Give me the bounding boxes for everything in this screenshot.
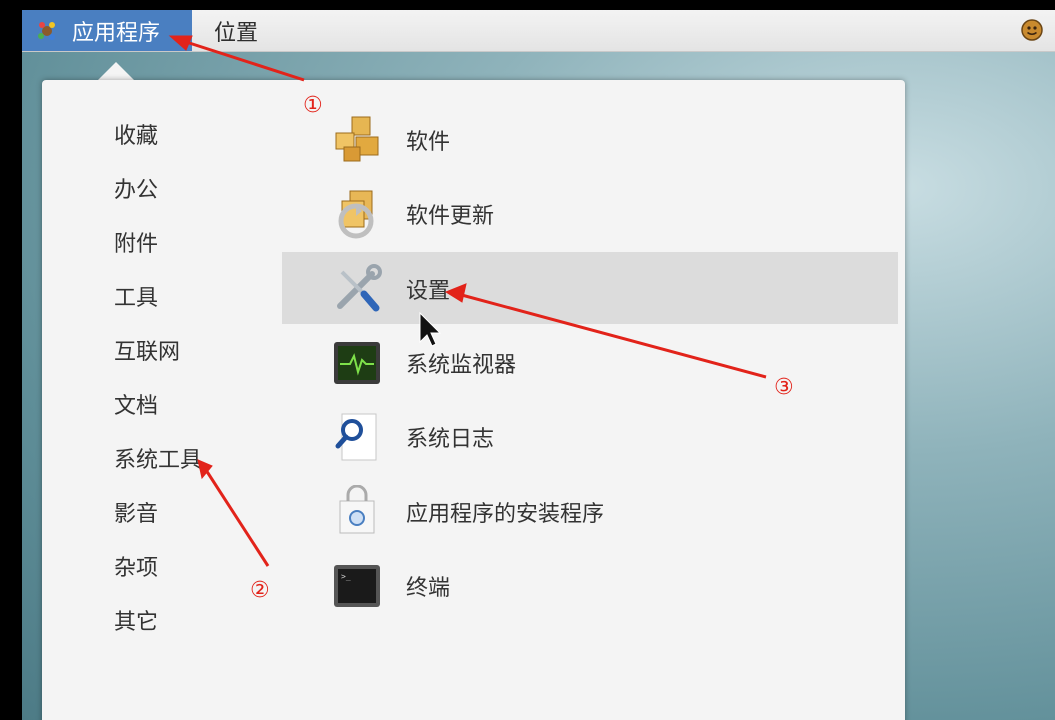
menu-pointer-arrow — [98, 62, 134, 80]
top-panel: 应用程序 位置 — [22, 10, 1055, 52]
category-documents[interactable]: 文档 — [114, 388, 158, 420]
app-item-software[interactable]: 软件 — [282, 103, 898, 175]
places-menu-label: 位置 — [214, 20, 259, 46]
gnome-foot-icon — [38, 21, 55, 40]
settings-tools-icon — [337, 264, 382, 312]
applications-menu-button[interactable]: 应用程序 — [22, 10, 192, 51]
category-system-tools[interactable]: 系统工具 — [114, 442, 202, 474]
system-monitor-icon — [334, 342, 380, 384]
app-item-system-log[interactable]: 系统日志 — [282, 400, 898, 472]
applications-menu-panel: 收藏 办公 附件 工具 互联网 文档 系统工具 影音 杂项 其它 软件 软件更新… — [42, 80, 905, 720]
app-label-system-log: 系统日志 — [406, 427, 495, 452]
category-accessories[interactable]: 附件 — [114, 226, 158, 258]
app-label-settings: 设置 — [406, 279, 451, 304]
category-other[interactable]: 其它 — [114, 604, 158, 636]
system-log-icon — [335, 413, 377, 461]
app-label-terminal: 终端 — [406, 576, 451, 601]
app-installer-icon — [339, 485, 375, 534]
app-label-software-update: 软件更新 — [406, 204, 495, 229]
svg-text:>_: >_ — [341, 572, 351, 581]
app-item-software-update[interactable]: 软件更新 — [282, 177, 898, 249]
category-internet[interactable]: 互联网 — [114, 334, 180, 366]
applications-menu-label: 应用程序 — [72, 20, 161, 46]
app-item-settings[interactable]: 设置 — [282, 252, 898, 324]
category-office[interactable]: 办公 — [114, 172, 158, 204]
category-favorites[interactable]: 收藏 — [114, 118, 158, 150]
software-update-icon — [338, 190, 374, 239]
desktop-background: 应用程序 位置 收藏 办公 附件 工具 互联网 文档 系统工具 影音 杂项 其它 — [22, 10, 1055, 720]
app-label-system-monitor: 系统监视器 — [406, 353, 517, 378]
category-sound-video[interactable]: 影音 — [114, 496, 158, 528]
user-status-icon[interactable] — [1021, 19, 1043, 41]
app-label-app-installer: 应用程序的安装程序 — [406, 502, 605, 527]
terminal-icon: >_ — [334, 565, 380, 607]
app-label-software: 软件 — [406, 130, 451, 155]
software-package-icon — [335, 116, 379, 162]
places-menu-button[interactable]: 位置 — [214, 10, 258, 51]
app-item-app-installer[interactable]: 应用程序的安装程序 — [282, 475, 898, 547]
category-tools[interactable]: 工具 — [114, 280, 158, 312]
category-sundry[interactable]: 杂项 — [114, 550, 158, 582]
app-item-terminal[interactable]: >_ 终端 — [282, 549, 898, 621]
app-item-system-monitor[interactable]: 系统监视器 — [282, 326, 898, 398]
